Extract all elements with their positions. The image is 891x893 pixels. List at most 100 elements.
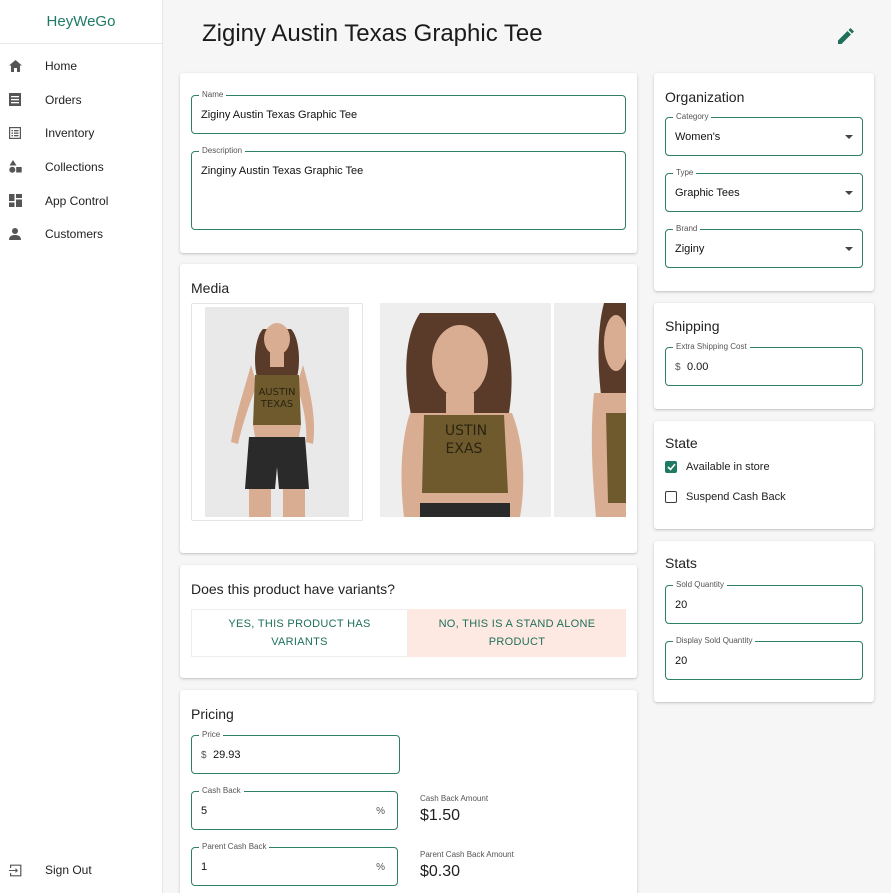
sidebar-item-orders[interactable]: Orders	[0, 83, 162, 117]
edit-button[interactable]	[836, 26, 856, 46]
product-photo-side	[554, 303, 626, 517]
parent-cashback-amount-label: Parent Cash Back Amount	[420, 850, 514, 859]
description-field[interactable]: Description Zinginy Austin Texas Graphic…	[191, 146, 626, 230]
price-label: Price	[199, 730, 224, 740]
category-value: Women's	[675, 131, 721, 143]
home-icon	[8, 59, 22, 73]
sidebar-item-app-control[interactable]: App Control	[0, 184, 162, 218]
media-card: Media AUSTIN TEXAS USTIN EXAS	[180, 264, 637, 553]
type-select[interactable]: Type Graphic Tees	[665, 168, 863, 212]
sidebar-item-label: Customers	[45, 227, 104, 242]
media-title: Media	[191, 280, 230, 296]
parent-cashback-label: Parent Cash Back	[199, 842, 270, 852]
svg-text:AUSTIN: AUSTIN	[258, 387, 295, 398]
parent-cashback-amount-value: $0.30	[420, 863, 461, 880]
product-photo-closeup: USTIN EXAS	[380, 303, 551, 517]
brand-select[interactable]: Brand Ziginy	[665, 224, 863, 268]
variants-no-button[interactable]: NO, THIS IS A STAND ALONE PRODUCT	[408, 609, 626, 657]
type-value: Graphic Tees	[675, 187, 740, 199]
parent-cashback-field[interactable]: Parent Cash Back 1 %	[191, 842, 398, 886]
brand-logo[interactable]: HeyWeGo	[0, 0, 162, 44]
parent-cashback-suffix: %	[376, 862, 385, 873]
sidebar-item-label: Home	[45, 58, 78, 73]
svg-text:USTIN: USTIN	[445, 423, 487, 439]
pricing-card: Pricing Price $ 29.93 Cash Back 5 % Cash…	[180, 690, 637, 893]
cashback-field[interactable]: Cash Back 5 %	[191, 786, 398, 830]
sold-quantity-label: Sold Quantity	[673, 580, 728, 590]
sidebar-item-label: Collections	[45, 159, 104, 174]
name-field[interactable]: Name Ziginy Austin Texas Graphic Tee	[191, 90, 626, 134]
extra-shipping-label: Extra Shipping Cost	[673, 342, 750, 352]
display-sold-quantity-label: Display Sold Quantity	[673, 636, 756, 646]
product-photo-full-body: AUSTIN TEXAS	[205, 307, 349, 517]
sold-quantity-field[interactable]: Sold Quantity 20	[665, 580, 863, 624]
sidebar-item-label: Inventory	[45, 126, 95, 141]
cashback-amount-label: Cash Back Amount	[420, 794, 489, 803]
chevron-down-icon	[845, 247, 853, 251]
parent-cashback-value: 1	[201, 861, 208, 873]
pricing-title: Pricing	[191, 706, 234, 722]
extra-shipping-field[interactable]: Extra Shipping Cost $ 0.00	[665, 342, 863, 386]
svg-text:EXAS: EXAS	[446, 441, 483, 457]
cashback-label: Cash Back	[199, 786, 244, 796]
details-card: Name Ziginy Austin Texas Graphic Tee Des…	[180, 73, 637, 253]
checkbox-unchecked-icon	[665, 491, 677, 503]
cashback-suffix: %	[376, 806, 385, 817]
organization-title: Organization	[665, 89, 745, 105]
suspend-cash-back-checkbox[interactable]: Suspend Cash Back	[665, 491, 786, 503]
pencil-icon	[838, 28, 854, 44]
cashback-amount-value: $1.50	[420, 807, 461, 824]
variants-question: Does this product have variants?	[191, 581, 395, 597]
price-field[interactable]: Price $ 29.93	[191, 730, 400, 774]
sidebar-item-home[interactable]: Home	[0, 49, 162, 83]
chevron-down-icon	[845, 135, 853, 139]
category-select[interactable]: Category Women's	[665, 112, 863, 156]
organization-card: Organization Category Women's Type Graph…	[654, 73, 874, 291]
state-title: State	[665, 435, 698, 451]
brand-value: Ziginy	[675, 243, 705, 255]
logout-icon	[8, 863, 22, 877]
variants-yes-button[interactable]: YES, THIS PRODUCT HAS VARIANTS	[191, 609, 408, 657]
checkbox-checked-icon	[665, 461, 677, 473]
sidebar-item-label: App Control	[45, 193, 109, 208]
product-image-2[interactable]: USTIN EXAS	[380, 303, 551, 517]
sidebar: HeyWeGo Home Orders Inventory Collection…	[0, 0, 163, 893]
brand-label: Brand	[673, 224, 701, 234]
sidebar-item-customers[interactable]: Customers	[0, 217, 162, 251]
category-label: Category	[673, 112, 712, 122]
sidebar-item-inventory[interactable]: Inventory	[0, 116, 162, 150]
sidebar-item-collections[interactable]: Collections	[0, 150, 162, 184]
extra-shipping-value: 0.00	[687, 361, 709, 373]
extra-shipping-prefix: $	[675, 362, 681, 373]
available-in-store-label: Available in store	[686, 461, 770, 473]
name-label: Name	[199, 90, 227, 100]
description-value: Zinginy Austin Texas Graphic Tee	[201, 165, 364, 177]
type-label: Type	[673, 168, 697, 178]
suspend-cash-back-label: Suspend Cash Back	[686, 491, 786, 503]
product-image-1[interactable]: AUSTIN TEXAS	[191, 303, 363, 521]
sidebar-item-label: Orders	[45, 92, 82, 107]
product-image-3[interactable]	[554, 303, 626, 517]
shipping-card: Shipping Extra Shipping Cost $ 0.00	[654, 303, 874, 409]
price-prefix: $	[201, 750, 207, 761]
receipt-icon	[8, 93, 22, 107]
description-label: Description	[199, 146, 246, 156]
available-in-store-checkbox[interactable]: Available in store	[665, 461, 770, 473]
sign-out-button[interactable]: Sign Out	[0, 853, 92, 887]
shipping-title: Shipping	[665, 318, 720, 334]
chevron-down-icon	[845, 191, 853, 195]
variants-card: Does this product have variants? YES, TH…	[180, 565, 637, 678]
name-value: Ziginy Austin Texas Graphic Tee	[201, 109, 358, 121]
category-icon	[8, 160, 22, 174]
person-icon	[8, 227, 22, 241]
svg-text:TEXAS: TEXAS	[260, 399, 293, 410]
display-sold-quantity-field[interactable]: Display Sold Quantity 20	[665, 636, 863, 680]
sidebar-nav: Home Orders Inventory Collections App Co…	[0, 49, 162, 251]
stats-title: Stats	[665, 555, 697, 571]
dashboard-icon	[8, 194, 22, 208]
list-icon	[8, 126, 22, 140]
page-title: Ziginy Austin Texas Graphic Tee	[202, 20, 543, 47]
sign-out-label: Sign Out	[45, 863, 92, 878]
display-sold-quantity-value: 20	[675, 655, 688, 667]
cashback-value: 5	[201, 805, 208, 817]
